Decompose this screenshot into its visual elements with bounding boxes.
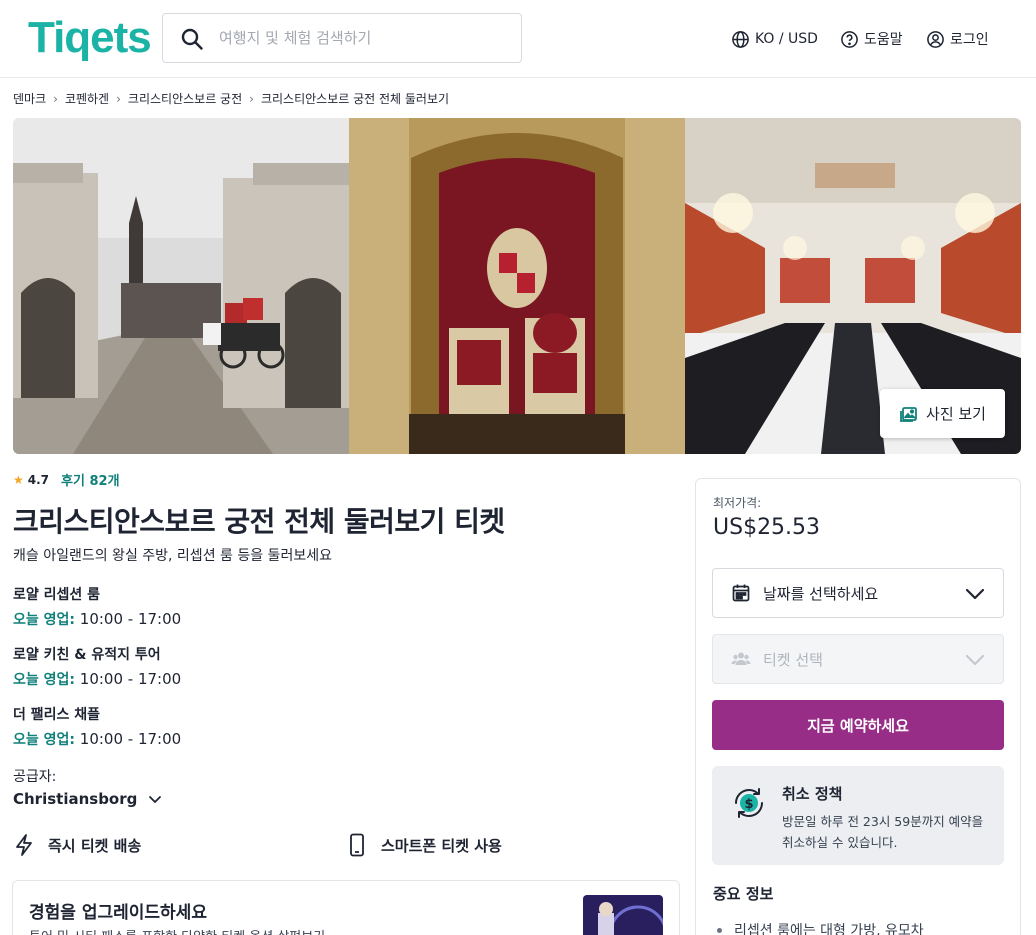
hours-label: 오늘 영업: bbox=[13, 732, 75, 748]
venue-hours: 로얄 키친 & 유적지 투어 오늘 영업: 10:00 - 17:00 bbox=[13, 644, 181, 692]
price-label: 최저가격: bbox=[713, 496, 762, 510]
photos-icon bbox=[900, 406, 917, 422]
user-icon bbox=[927, 30, 944, 48]
book-now-button[interactable]: 지금 예약하세요 bbox=[712, 700, 1004, 750]
refund-icon: $ bbox=[734, 788, 764, 818]
ticket-select-label: 티켓 선택 bbox=[763, 650, 823, 669]
tiqets-logo[interactable]: Tiqets bbox=[28, 14, 152, 62]
globe-icon bbox=[732, 30, 749, 48]
locale-label: KO / USD bbox=[755, 31, 818, 47]
breadcrumb-current: 크리스티안스보르 궁전 전체 둘러보기 bbox=[260, 92, 450, 106]
chevron-right-icon: › bbox=[249, 91, 254, 106]
policy-text: 방문일 하루 전 23시 59분까지 예약을 취소하실 수 있습니다. bbox=[782, 814, 984, 850]
venue-name: 로얄 리셉션 룸 bbox=[13, 587, 101, 603]
venue-name: 로얄 키친 & 유적지 투어 bbox=[13, 647, 161, 663]
feature-label: 즉시 티켓 배송 bbox=[48, 836, 142, 855]
search-input[interactable] bbox=[219, 14, 509, 62]
view-photos-label: 사진 보기 bbox=[926, 405, 986, 423]
venue-hours: 더 팰리스 채플 오늘 영업: 10:00 - 17:00 bbox=[13, 704, 181, 752]
feature-label: 스마트폰 티켓 사용 bbox=[381, 836, 502, 855]
site-header: Tiqets KO / USD 도움말 로그인 bbox=[0, 0, 1036, 78]
svg-text:$: $ bbox=[744, 797, 753, 812]
hours-value: 10:00 - 17:00 bbox=[79, 670, 182, 688]
cancellation-policy: $ 취소 정책 방문일 하루 전 23시 59분까지 예약을 취소하실 수 있습… bbox=[712, 766, 1004, 865]
help-label: 도움말 bbox=[864, 32, 903, 48]
star-icon: ★ bbox=[13, 472, 24, 487]
policy-title: 취소 정책 bbox=[782, 785, 843, 803]
booking-panel: 최저가격: US$25.53 날짜를 선택하세요 티켓 선택 지금 예약하세요 … bbox=[695, 478, 1021, 935]
upgrade-card[interactable]: 경험을 업그레이드하세요 투어 및 시티 패스를 포함한 다양한 티켓 옵션 살… bbox=[12, 880, 680, 935]
help-link[interactable]: 도움말 bbox=[840, 27, 903, 51]
page-title: 크리스티안스보르 궁전 전체 둘러보기 티켓 bbox=[13, 505, 505, 538]
login-label: 로그인 bbox=[950, 32, 989, 48]
hours-label: 오늘 영업: bbox=[13, 612, 75, 628]
upgrade-title: 경험을 업그레이드하세요 bbox=[29, 903, 207, 923]
important-info-item: 리셉션 룸에는 대형 가방, 유모차 bbox=[717, 920, 924, 935]
lightning-icon bbox=[16, 834, 32, 856]
group-icon bbox=[731, 652, 751, 665]
chevron-down-icon bbox=[965, 588, 985, 600]
help-icon bbox=[841, 30, 858, 48]
date-select-label: 날짜를 선택하세요 bbox=[763, 584, 879, 603]
venue-hours-line: 오늘 영업: 10:00 - 17:00 bbox=[13, 726, 181, 752]
locale-selector[interactable]: KO / USD bbox=[731, 27, 818, 51]
page-subtitle: 캐슬 아일랜드의 왕실 주방, 리셉션 룸 등을 둘러보세요 bbox=[13, 548, 332, 564]
supplier-label: 공급자: bbox=[13, 769, 57, 785]
breadcrumb-item[interactable]: 덴마크 bbox=[13, 90, 46, 107]
price-value: US$25.53 bbox=[713, 515, 821, 540]
calendar-icon bbox=[732, 584, 750, 602]
venue-hours-line: 오늘 영업: 10:00 - 17:00 bbox=[13, 666, 181, 692]
chevron-down-icon bbox=[149, 796, 162, 803]
important-info-title: 중요 정보 bbox=[713, 885, 774, 903]
reviews-link[interactable]: 후기 82개 bbox=[61, 470, 120, 489]
supplier-name: Christiansborg bbox=[13, 790, 138, 808]
chevron-right-icon: › bbox=[116, 91, 121, 106]
feature-mobile-ticket: 스마트폰 티켓 사용 bbox=[346, 833, 502, 857]
rating-value: 4.7 bbox=[27, 472, 50, 487]
breadcrumb: 덴마크 › 코펜하겐 › 크리스티안스보르 궁전 › 크리스티안스보르 궁전 전… bbox=[13, 90, 449, 107]
smartphone-icon bbox=[350, 833, 364, 857]
login-link[interactable]: 로그인 bbox=[926, 27, 989, 51]
search-box[interactable] bbox=[162, 13, 522, 63]
hours-value: 10:00 - 17:00 bbox=[79, 730, 182, 748]
chevron-down-icon bbox=[965, 654, 985, 666]
venue-hours-line: 오늘 영업: 10:00 - 17:00 bbox=[13, 606, 181, 632]
hours-label: 오늘 영업: bbox=[13, 672, 75, 688]
hours-value: 10:00 - 17:00 bbox=[79, 610, 182, 628]
ticket-select[interactable]: 티켓 선택 bbox=[712, 634, 1004, 684]
breadcrumb-item[interactable]: 코펜하겐 bbox=[65, 90, 109, 107]
breadcrumb-item[interactable]: 크리스티안스보르 궁전 bbox=[128, 90, 242, 107]
gallery-photo-courtyard[interactable] bbox=[13, 118, 349, 454]
venue-name: 더 팰리스 채플 bbox=[13, 707, 101, 723]
upgrade-thumbnail bbox=[583, 895, 663, 935]
supplier-toggle[interactable]: Christiansborg bbox=[13, 790, 163, 808]
rating-row: ★ 4.7 후기 82개 bbox=[13, 470, 120, 490]
upgrade-text: 투어 및 시티 패스를 포함한 다양한 티켓 옵션 살펴보기 bbox=[29, 926, 325, 935]
view-photos-button[interactable]: 사진 보기 bbox=[880, 389, 1005, 438]
date-select[interactable]: 날짜를 선택하세요 bbox=[712, 568, 1004, 618]
gallery-photo-throne[interactable] bbox=[349, 118, 685, 454]
chevron-right-icon: › bbox=[53, 91, 58, 106]
search-icon bbox=[181, 28, 203, 50]
venue-hours: 로얄 리셉션 룸 오늘 영업: 10:00 - 17:00 bbox=[13, 584, 181, 632]
feature-instant-delivery: 즉시 티켓 배송 bbox=[13, 833, 141, 857]
photo-gallery[interactable] bbox=[13, 118, 1021, 454]
